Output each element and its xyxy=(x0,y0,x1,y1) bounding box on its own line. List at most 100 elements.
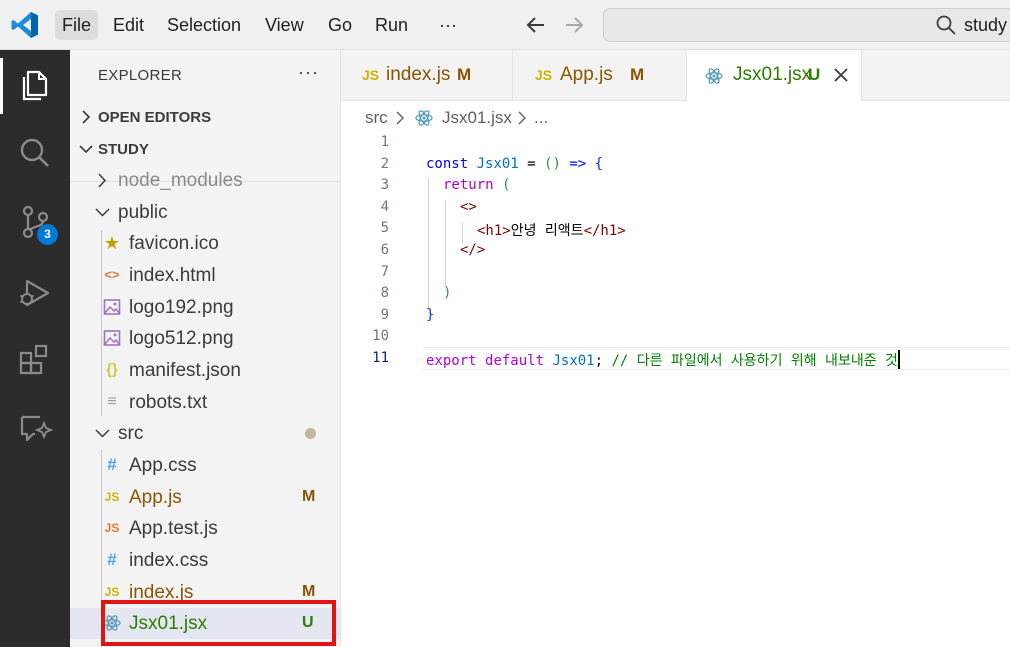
active-indicator xyxy=(0,58,3,114)
editor-tab-bar: JS index.js M JS App.js M Jsx01.jsx U xyxy=(341,50,1010,101)
punctuation: ; xyxy=(594,353,604,369)
menu-run[interactable]: Run xyxy=(368,10,415,40)
chat-icon[interactable] xyxy=(15,408,55,448)
explorer-more-actions[interactable]: ··· xyxy=(298,62,319,83)
tree-item-node-modules[interactable]: node_modules xyxy=(70,165,341,196)
line-number: 4 xyxy=(380,199,389,215)
js-file-icon: JS xyxy=(535,67,553,83)
image-file-icon xyxy=(103,299,121,315)
tree-item-label: favicon.ico xyxy=(129,233,219,254)
line-number: 9 xyxy=(380,307,389,323)
tree-item-label: robots.txt xyxy=(129,392,208,413)
bracket: ( xyxy=(502,177,511,193)
chevron-right-icon xyxy=(82,110,91,124)
css-file-icon: # xyxy=(107,550,117,569)
tree-item-label: App.test.js xyxy=(129,518,218,539)
tree-item-robots[interactable]: ≡ robots.txt xyxy=(70,387,341,418)
line-number: 1 xyxy=(380,134,389,150)
tree-item-public[interactable]: public xyxy=(70,197,341,228)
study-label: STUDY xyxy=(98,141,149,158)
js-file-icon: JS xyxy=(104,490,120,504)
code-editor[interactable]: 1 2 3 4 5 6 7 8 9 10 11 const Jsx01 = ()… xyxy=(341,130,1010,647)
star-icon: ★ xyxy=(103,233,121,253)
tab-status: U xyxy=(808,65,821,84)
extensions-icon[interactable] xyxy=(15,340,55,380)
tree-item-favicon[interactable]: ★ favicon.ico xyxy=(70,228,341,259)
tree-item-label: src xyxy=(118,423,144,444)
tree-item-app-js[interactable]: JS App.js M xyxy=(70,482,341,513)
title-bar: File Edit Selection View Go Run ··· stud… xyxy=(0,0,1010,50)
breadcrumb-folder[interactable]: src xyxy=(365,108,388,128)
study-section[interactable]: STUDY xyxy=(70,134,341,164)
tree-item-index-css[interactable]: # index.css xyxy=(70,545,341,576)
source-control-badge: 3 xyxy=(37,224,58,245)
keyword: default xyxy=(485,353,545,369)
code-line-5: <h1>안녕 리액트</h1> xyxy=(477,220,626,240)
menu-file[interactable]: File xyxy=(55,10,99,40)
tree-item-src[interactable]: src xyxy=(70,418,341,449)
image-file-icon xyxy=(103,330,121,346)
chevron-right-icon xyxy=(518,111,526,125)
tree-item-label: manifest.json xyxy=(129,360,241,381)
indent-guide xyxy=(428,178,429,308)
tab-app-js[interactable]: JS App.js M xyxy=(513,50,687,101)
tree-item-manifest[interactable]: {} manifest.json xyxy=(70,355,341,386)
chevron-down-icon xyxy=(95,429,110,438)
tree-item-app-test-js[interactable]: JS App.test.js xyxy=(70,513,341,544)
chevron-right-icon xyxy=(396,111,404,125)
tree-item-logo192[interactable]: logo192.png xyxy=(70,292,341,323)
chevron-down-icon xyxy=(79,145,93,154)
code-line-6: </> xyxy=(460,242,485,258)
tab-label: App.js xyxy=(560,64,613,85)
modified-dot xyxy=(305,428,316,439)
open-editors-section[interactable]: OPEN EDITORS xyxy=(70,102,341,132)
tab-index-js[interactable]: JS index.js M xyxy=(341,50,513,101)
tab-label: index.js xyxy=(386,64,451,85)
code-line-11: export default Jsx01; // 다른 파일에서 사용하기 위해… xyxy=(426,350,900,370)
operator: = xyxy=(518,156,545,172)
js-file-icon: JS xyxy=(104,585,120,599)
line-number-current: 11 xyxy=(372,350,389,366)
search-icon[interactable] xyxy=(15,133,55,173)
tree-item-label: logo512.png xyxy=(129,328,234,349)
close-icon[interactable] xyxy=(832,66,850,84)
js-file-icon: JS xyxy=(362,67,380,83)
bracket: ) xyxy=(443,285,452,301)
text-cursor xyxy=(897,350,900,369)
jsx-tag: </h1> xyxy=(583,223,626,239)
forward-arrow-icon[interactable] xyxy=(561,12,587,38)
json-file-icon: {} xyxy=(106,361,118,378)
vscode-logo-icon[interactable] xyxy=(10,10,40,40)
menu-selection[interactable]: Selection xyxy=(160,10,248,40)
code-line-3: return ( xyxy=(443,177,510,193)
explorer-icon[interactable] xyxy=(15,64,55,104)
breadcrumb-file[interactable]: Jsx01.jsx xyxy=(442,108,512,128)
keyword: return xyxy=(443,177,494,193)
tab-status: M xyxy=(457,65,472,84)
tree-item-label: App.css xyxy=(129,455,197,476)
line-number: 2 xyxy=(380,156,389,172)
jsx-text: 안녕 리액트 xyxy=(510,223,584,239)
tab-label: Jsx01.jsx xyxy=(733,64,812,85)
html-file-icon: <> xyxy=(104,267,120,282)
tree-item-app-css[interactable]: # App.css xyxy=(70,450,341,481)
line-number: 10 xyxy=(372,328,389,344)
indent-guide xyxy=(445,200,446,286)
tree-item-index-html[interactable]: <> index.html xyxy=(70,260,341,291)
tree-item-logo512[interactable]: logo512.png xyxy=(70,323,341,354)
explorer-sidebar: EXPLORER ··· OPEN EDITORS STUDY node_mod… xyxy=(70,50,341,647)
tab-jsx01[interactable]: Jsx01.jsx U xyxy=(687,50,862,101)
breadcrumb-ellipsis[interactable]: ... xyxy=(534,108,548,128)
menu-view[interactable]: View xyxy=(258,10,311,40)
menu-more[interactable]: ··· xyxy=(432,10,464,40)
back-arrow-icon[interactable] xyxy=(523,12,549,38)
line-number: 3 xyxy=(380,177,389,193)
activity-bar: 3 xyxy=(0,50,70,647)
menu-go[interactable]: Go xyxy=(321,10,359,40)
text-file-icon: ≡ xyxy=(107,393,117,410)
tree-item-label: index.css xyxy=(129,550,209,571)
run-debug-icon[interactable] xyxy=(15,272,55,312)
code-line-2: const Jsx01 = () => { xyxy=(426,156,603,172)
code-line-4: <> xyxy=(460,199,477,215)
menu-edit[interactable]: Edit xyxy=(106,10,151,40)
